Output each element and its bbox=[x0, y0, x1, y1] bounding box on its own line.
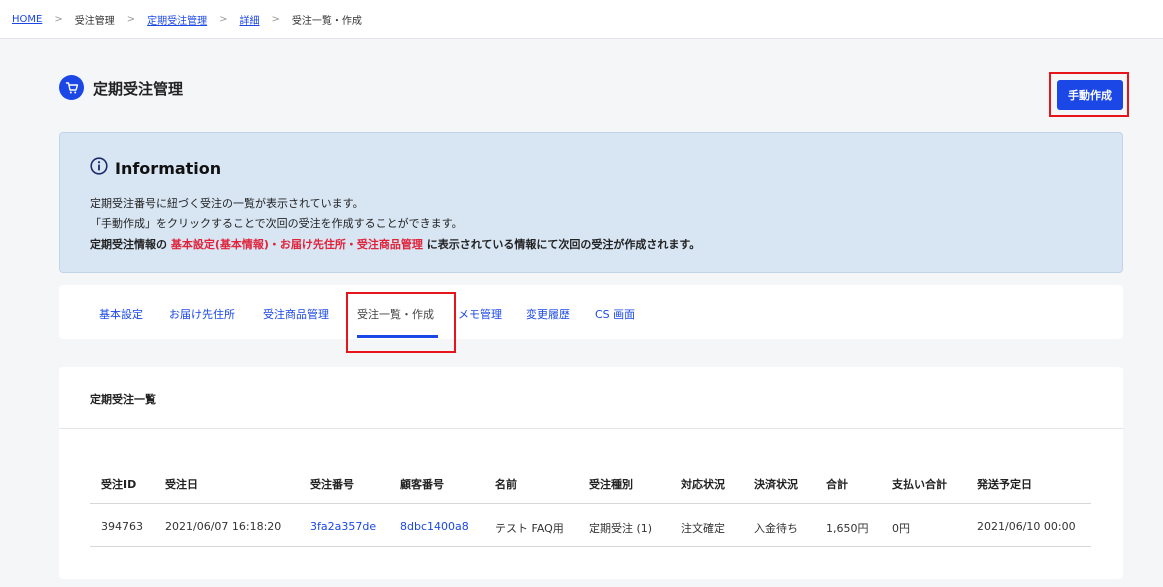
breadcrumb-subscription-link[interactable]: 定期受注管理 bbox=[147, 12, 207, 27]
breadcrumb-order-management: 受注管理 bbox=[74, 16, 115, 27]
cell-name: テスト FAQ用 bbox=[495, 522, 564, 535]
info-text-emphasis: 定期受注情報の 基本設定(基本情報)・お届け先住所・受注商品管理 に表示されてい… bbox=[90, 236, 700, 252]
cell-shipping-date: 2021/06/10 00:00 bbox=[977, 520, 1076, 533]
tab-memo[interactable]: メモ管理 bbox=[458, 306, 502, 322]
info-icon bbox=[90, 157, 108, 179]
breadcrumb: HOME > 受注管理 > 定期受注管理 > 詳細 > 受注一覧・作成 bbox=[12, 12, 362, 27]
cell-payment-status: 入金待ち bbox=[754, 522, 798, 535]
breadcrumb-separator: > bbox=[54, 14, 63, 25]
breadcrumb-separator: > bbox=[126, 14, 136, 25]
column-header: 顧客番号 bbox=[400, 478, 444, 491]
info-emphasis-prefix: 定期受注情報の bbox=[90, 238, 171, 251]
column-header: 支払い合計 bbox=[892, 478, 947, 491]
manual-create-button[interactable]: 手動作成 bbox=[1057, 80, 1123, 110]
page-title: 定期受注管理 bbox=[93, 80, 184, 98]
cell-customer-number-link[interactable]: 8dbc1400a8 bbox=[400, 520, 469, 533]
breadcrumb-detail-link[interactable]: 詳細 bbox=[240, 12, 260, 27]
breadcrumb-current: 受注一覧・作成 bbox=[291, 16, 362, 27]
divider bbox=[59, 428, 1123, 429]
order-list-title: 定期受注一覧 bbox=[90, 393, 156, 406]
table-row-divider bbox=[90, 546, 1091, 547]
tab-order-products[interactable]: 受注商品管理 bbox=[263, 306, 329, 322]
order-list-card: 定期受注一覧 受注ID 受注日 受注番号 顧客番号 名前 受注種別 対応状況 決… bbox=[59, 367, 1123, 579]
information-panel: Information 定期受注番号に紐づく受注の一覧が表示されています。 「手… bbox=[59, 132, 1123, 273]
cell-order-type: 定期受注 (1) bbox=[589, 522, 653, 535]
tab-delivery-address[interactable]: お届け先住所 bbox=[169, 306, 235, 322]
info-text-line: 「手動作成」をクリックすることで次回の受注を作成することができます。 bbox=[90, 217, 463, 230]
cell-total: 1,650円 bbox=[826, 522, 869, 535]
cart-icon bbox=[59, 75, 84, 100]
tab-cs-screen[interactable]: CS 画面 bbox=[595, 306, 635, 322]
info-text-line: 定期受注番号に紐づく受注の一覧が表示されています。 bbox=[90, 197, 364, 210]
tab-history[interactable]: 変更履歴 bbox=[526, 306, 570, 322]
column-header: 受注番号 bbox=[310, 478, 354, 491]
column-header: 決済状況 bbox=[754, 478, 798, 491]
tab-bar: 基本設定 お届け先住所 受注商品管理 受注一覧・作成 メモ管理 変更履歴 CS … bbox=[59, 285, 1123, 339]
highlight-outline bbox=[346, 292, 456, 353]
tab-basic-settings[interactable]: 基本設定 bbox=[99, 306, 143, 322]
cell-order-number-link[interactable]: 3fa2a357de bbox=[310, 520, 376, 533]
breadcrumb-home-link[interactable]: HOME bbox=[12, 14, 42, 25]
column-header: 名前 bbox=[495, 478, 517, 491]
information-title: Information bbox=[115, 158, 222, 178]
column-header: 受注日 bbox=[165, 478, 198, 491]
table-header-divider bbox=[90, 503, 1091, 504]
info-emphasis-highlight: 基本設定(基本情報)・お届け先住所・受注商品管理 bbox=[170, 238, 423, 251]
column-header: 対応状況 bbox=[681, 478, 725, 491]
column-header: 合計 bbox=[826, 478, 848, 491]
breadcrumb-separator: > bbox=[219, 14, 228, 25]
info-emphasis-suffix: に表示されている情報にて次回の受注が作成されます。 bbox=[422, 238, 701, 251]
column-header: 発送予定日 bbox=[977, 478, 1032, 491]
breadcrumb-separator: > bbox=[271, 14, 280, 25]
information-heading: Information bbox=[90, 157, 221, 179]
top-bar: HOME > 受注管理 > 定期受注管理 > 詳細 > 受注一覧・作成 bbox=[0, 0, 1163, 39]
column-header: 受注種別 bbox=[589, 478, 633, 491]
cell-order-date: 2021/06/07 16:18:20 bbox=[165, 520, 282, 533]
column-header: 受注ID bbox=[101, 478, 137, 491]
cell-order-id: 394763 bbox=[101, 520, 143, 533]
cell-payment-total: 0円 bbox=[892, 522, 910, 535]
cell-response-status: 注文確定 bbox=[681, 522, 725, 535]
